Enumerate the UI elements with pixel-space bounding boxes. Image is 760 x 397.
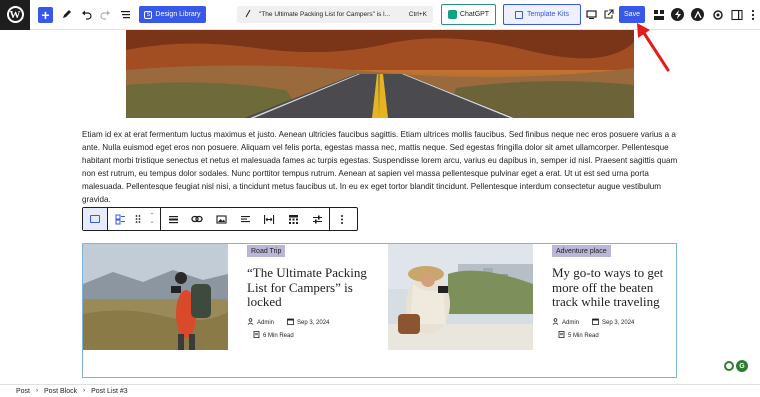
hiker-photo: [83, 244, 228, 350]
chevron-right-icon: ›: [36, 388, 39, 394]
block-options-button[interactable]: [330, 208, 354, 230]
category-tag[interactable]: Road Trip: [247, 245, 286, 257]
read-time: 6 Min Read: [253, 331, 294, 340]
post-card[interactable]: Road Trip “The Ultimate Packing List for…: [83, 244, 373, 350]
breadcrumb-item-post-list[interactable]: Post List #3: [91, 388, 128, 395]
author-name[interactable]: Admin: [562, 320, 579, 326]
table-layout-button[interactable]: [281, 208, 305, 230]
document-title: "The Ultimate Packing List for Campers" …: [259, 11, 391, 18]
image-icon: [215, 214, 227, 224]
plugin-a-icon[interactable]: [691, 8, 704, 21]
post-list-icon: [90, 215, 100, 223]
undo-icon[interactable]: [80, 8, 93, 21]
document-title-bar[interactable]: "The Ultimate Packing List for Campers" …: [237, 6, 433, 23]
spacing-icon: [264, 214, 275, 224]
preview-device-icon[interactable]: [585, 8, 598, 21]
blocks-icon[interactable]: [652, 8, 665, 21]
chatgpt-icon: [447, 10, 457, 19]
post-date: Sep 3, 2024: [287, 318, 329, 327]
breadcrumb: Post › Post Block › Post List #3: [0, 384, 760, 397]
external-link-icon[interactable]: [602, 8, 615, 21]
more-vertical-icon: [341, 214, 343, 224]
pencil-icon[interactable]: [60, 8, 73, 21]
align-wide-icon: [168, 215, 178, 223]
calendar-icon: [592, 318, 599, 327]
template-kits-icon: [514, 10, 523, 19]
move-up-down-buttons[interactable]: ⌃ ⌄: [144, 208, 160, 230]
breadcrumb-item-post[interactable]: Post: [16, 388, 30, 395]
read-time-icon: [558, 331, 565, 340]
post-list-block[interactable]: Road Trip “The Ultimate Packing List for…: [82, 243, 677, 378]
read-time-text: 6 Min Read: [263, 332, 294, 339]
filter-settings-button[interactable]: [305, 208, 329, 230]
settings-gear-icon[interactable]: [711, 8, 724, 21]
date-text: Sep 3, 2024: [602, 319, 635, 326]
post-title[interactable]: My go-to ways to get more off the beaten…: [552, 265, 676, 310]
post-date: Sep 3, 2024: [592, 318, 634, 327]
spacing-button[interactable]: [257, 208, 281, 230]
design-library-button[interactable]: S Design Library: [139, 6, 206, 23]
sidebar-toggle-icon[interactable]: [730, 8, 743, 21]
road-landscape-illustration: [126, 30, 634, 118]
chatgpt-button[interactable]: ChatGPT: [441, 4, 496, 25]
read-time-text: 5 Min Read: [568, 332, 599, 339]
template-kits-button[interactable]: Template Kits: [503, 4, 581, 25]
date-text: Sep 3, 2024: [297, 319, 330, 326]
calendar-icon: [287, 318, 294, 327]
user-icon: [247, 318, 254, 327]
grid-layout-button[interactable]: [108, 208, 132, 230]
table-icon: [288, 214, 298, 224]
list-view-icon[interactable]: [119, 8, 132, 21]
annotation-arrow: [637, 23, 670, 72]
wordpress-logo[interactable]: W: [0, 0, 30, 30]
document-icon: [245, 9, 253, 20]
body-paragraph[interactable]: Etiam id ex at erat fermentum luctus max…: [82, 128, 680, 207]
user-icon: [552, 318, 559, 327]
drag-handle-icon: [135, 215, 141, 223]
lightning-icon[interactable]: [671, 8, 684, 21]
grid-layout-icon: [115, 214, 125, 224]
post-title[interactable]: “The Ultimate Packing List for Campers” …: [247, 265, 367, 310]
post-list-block-button[interactable]: [83, 208, 107, 230]
template-kits-label: Template Kits: [526, 11, 570, 18]
post-author: Admin: [552, 318, 579, 327]
block-toolbar: ⌃ ⌄: [82, 207, 358, 231]
align-left-icon: [240, 215, 250, 222]
chatgpt-label: ChatGPT: [459, 11, 490, 18]
post-author: Admin: [247, 318, 274, 327]
more-options-icon[interactable]: [746, 8, 759, 21]
featured-road-image[interactable]: [126, 30, 634, 118]
chevron-right-icon: ›: [83, 388, 86, 394]
media-button[interactable]: [209, 208, 233, 230]
link-icon: [191, 215, 203, 223]
drag-handle[interactable]: [132, 208, 144, 230]
chevron-down-icon[interactable]: ⌄: [149, 219, 154, 225]
author-name[interactable]: Admin: [257, 320, 274, 326]
post-thumbnail[interactable]: [388, 244, 533, 350]
category-tag[interactable]: Adventure place: [552, 245, 611, 257]
link-button[interactable]: [185, 208, 209, 230]
design-library-label: Design Library: [155, 11, 201, 18]
text-align-button[interactable]: [233, 208, 257, 230]
post-card[interactable]: Adventure place My go-to ways to get mor…: [388, 244, 678, 350]
align-button[interactable]: [161, 208, 185, 230]
sliders-icon: [312, 215, 322, 223]
read-time: 5 Min Read: [558, 331, 599, 340]
breadcrumb-item-post-block[interactable]: Post Block: [44, 388, 77, 395]
redo-icon[interactable]: [99, 8, 112, 21]
design-library-icon: S: [144, 10, 153, 19]
location-pin-icon[interactable]: [724, 361, 734, 371]
command-shortcut: Ctrl+K: [408, 11, 427, 18]
traveler-photo: [388, 244, 533, 350]
post-thumbnail[interactable]: [83, 244, 228, 350]
grammarly-icon[interactable]: G: [736, 360, 748, 372]
add-block-button[interactable]: +: [38, 7, 53, 23]
read-time-icon: [253, 331, 260, 340]
wordpress-icon: W: [6, 6, 24, 23]
